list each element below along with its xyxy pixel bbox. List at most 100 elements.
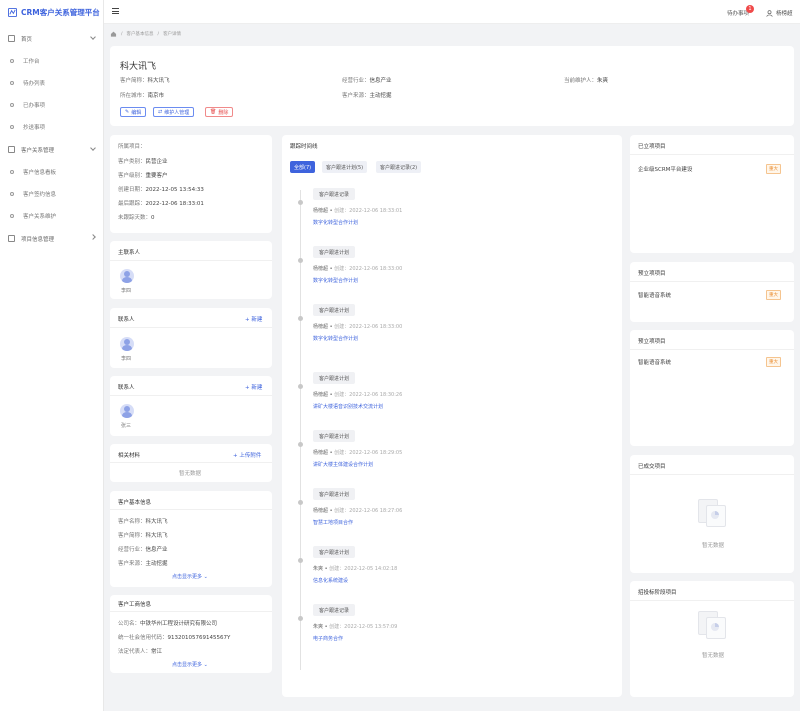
basic-short-value: 科大讯飞	[145, 533, 168, 539]
project-label: 所属项目：	[118, 144, 146, 150]
menu-customer-board[interactable]: 客户信息看板	[0, 166, 103, 178]
divider	[630, 281, 794, 282]
pre-title: 预立项项目	[638, 339, 666, 345]
delete-button-label: 删除	[218, 109, 229, 116]
city-label: 所在城市：	[120, 93, 148, 99]
menu-done[interactable]: 已办事项	[0, 99, 103, 111]
timeline-link[interactable]: 数字化转型合作计划	[313, 335, 358, 342]
legal-rep-label: 法定代表人：	[118, 649, 152, 655]
legal-rep-row: 法定代表人：常江	[118, 647, 162, 655]
timeline-type-tag: 客户跟进记录	[313, 188, 356, 200]
timeline-type-tag: 客户跟进计划	[313, 546, 356, 558]
timeline-dot	[298, 616, 303, 621]
timeline-user: 杨榜超	[313, 392, 329, 398]
tab-records[interactable]: 客户跟进记录(2)	[376, 161, 422, 173]
add-contact-button[interactable]: + 新建	[245, 383, 262, 391]
menu-workbench-label: 工作台	[23, 59, 40, 65]
tab-all[interactable]: 全部(7)	[290, 161, 316, 173]
short-name-row: 客户简称：科大讯飞	[120, 76, 170, 84]
basic-info-title: 客户基本信息	[118, 500, 152, 506]
tab-plans[interactable]: 客户跟进计划(5)	[322, 161, 368, 173]
menu-workbench[interactable]: 工作台	[0, 55, 103, 67]
app-logo[interactable]: CRM客户关系管理平台	[0, 0, 103, 24]
divider	[630, 474, 794, 475]
avatar[interactable]	[120, 269, 134, 283]
show-more-link[interactable]: 点击显示更多 ⌄	[172, 661, 208, 668]
menu-done-label: 已办事项	[23, 103, 46, 109]
timeline-type-tag: 客户跟进计划	[313, 430, 356, 442]
menu-cc[interactable]: 抄送事项	[0, 121, 103, 133]
timeline-meta: 杨榜超 • 创建：2022-12-06 18:29:05	[313, 449, 402, 456]
project-icon	[8, 235, 15, 242]
breadcrumb-item: 客户详情	[163, 32, 182, 37]
maintainer-mgmt-button[interactable]: ⇄ 维护人管理	[153, 107, 195, 117]
add-contact-button[interactable]: + 新建	[245, 315, 262, 323]
trash-icon: 🗑	[210, 109, 217, 115]
dot-icon	[10, 103, 14, 107]
type-row: 客户类别：民营企业	[118, 157, 168, 165]
project-item[interactable]: 企业级SCRM平台建设	[638, 165, 692, 173]
timeline-type-tag: 客户跟进计划	[313, 246, 356, 258]
timeline-link[interactable]: 讲矿大楼主体建设合作计划	[313, 461, 373, 468]
chevron-down-icon	[90, 34, 96, 40]
maintainer-value: 朱爽	[597, 78, 609, 84]
contact-name[interactable]: 张三	[121, 422, 131, 429]
timeline-type-tag: 客户跟进记录	[313, 604, 356, 616]
avatar[interactable]	[120, 404, 134, 418]
timeline-time: 创建：2022-12-05 14:02:18	[329, 566, 398, 572]
show-more-link[interactable]: 点击显示更多 ⌄	[172, 573, 208, 580]
menu-customer-maint[interactable]: 客户关系维护	[0, 210, 103, 222]
maintainer-row: 当前维护人：朱爽	[564, 76, 608, 84]
timeline-link[interactable]: 电子商务合作	[313, 635, 343, 642]
created-label: 创建日期：	[118, 187, 146, 193]
menu-todo-list[interactable]: 待办列表	[0, 77, 103, 89]
nofollow-label: 未跟踪天数：	[118, 215, 152, 221]
edit-button[interactable]: ✎ 编辑	[120, 107, 147, 117]
avatar[interactable]	[120, 337, 134, 351]
show-more-label: 点击显示更多	[172, 662, 203, 668]
customer-name: 科大讯飞	[120, 62, 157, 72]
dot-icon	[10, 214, 14, 218]
timeline-user: 杨榜超	[313, 450, 329, 456]
main-contact-name[interactable]: 李四	[121, 287, 131, 294]
menu-home[interactable]: 首页	[0, 32, 103, 45]
nofollow-row: 未跟踪天数：0	[118, 213, 155, 221]
delete-button[interactable]: 🗑 删除	[205, 107, 234, 117]
home-icon	[8, 35, 15, 42]
credit-code-value: 91320105769145567Y	[167, 635, 231, 641]
menu-customer-mgmt[interactable]: 客户关系管理	[0, 143, 103, 156]
timeline-meta: 杨榜超 • 创建：2022-12-06 18:33:00	[313, 323, 402, 330]
timeline-user: 朱爽	[313, 566, 324, 572]
breadcrumb-item[interactable]: 客户基本信息	[127, 31, 154, 37]
menu-toggle-icon[interactable]	[112, 8, 119, 14]
bidding-title: 招投标阶段项目	[638, 590, 677, 596]
project-item[interactable]: 智能语音系统	[638, 291, 671, 299]
timeline-link[interactable]: 智慧工地项目合作	[313, 519, 353, 526]
timeline-link[interactable]: 讲矿大楼语音识别技术交流计划	[313, 403, 383, 410]
menu-cc-label: 抄送事项	[23, 125, 46, 131]
home-icon[interactable]	[110, 31, 117, 37]
upload-button[interactable]: + 上传附件	[233, 451, 261, 459]
basic-info-card: 客户基本信息 客户名称：科大讯飞 客户简称：科大讯飞 经营行业：信息产业 客户来…	[110, 491, 272, 587]
bidding-card: 招投标阶段项目 暂无数据	[630, 581, 794, 697]
legal-rep-value: 常江	[151, 649, 163, 655]
divider	[110, 327, 272, 328]
created-value: 2022-12-05 13:54:33	[145, 187, 204, 193]
timeline-link[interactable]: 数字化转型合作计划	[313, 277, 358, 284]
contact-card: 联系人 + 新建 李四	[110, 308, 272, 368]
deals-empty: 暂无数据	[702, 543, 725, 549]
timeline-dot	[298, 500, 303, 505]
breadcrumb-separator: /	[121, 31, 123, 37]
basic-source-value: 主动挖掘	[145, 561, 168, 567]
divider	[110, 462, 272, 463]
timeline-link[interactable]: 信息化系统建设	[313, 577, 348, 584]
menu-customer-sign[interactable]: 客户签约信息	[0, 188, 103, 200]
user-menu[interactable]: 杨榜超	[766, 9, 793, 17]
timeline-user: 杨榜超	[313, 324, 329, 330]
project-item[interactable]: 智能语音系统	[638, 358, 671, 366]
empty-data-icon	[698, 497, 726, 527]
contact-name[interactable]: 李四	[121, 355, 131, 362]
menu-project-mgmt[interactable]: 项目信息管理	[0, 232, 103, 245]
timeline-meta: 杨榜超 • 创建：2022-12-06 18:33:01	[313, 207, 402, 214]
timeline-link[interactable]: 数字化转型合作计划	[313, 219, 358, 226]
